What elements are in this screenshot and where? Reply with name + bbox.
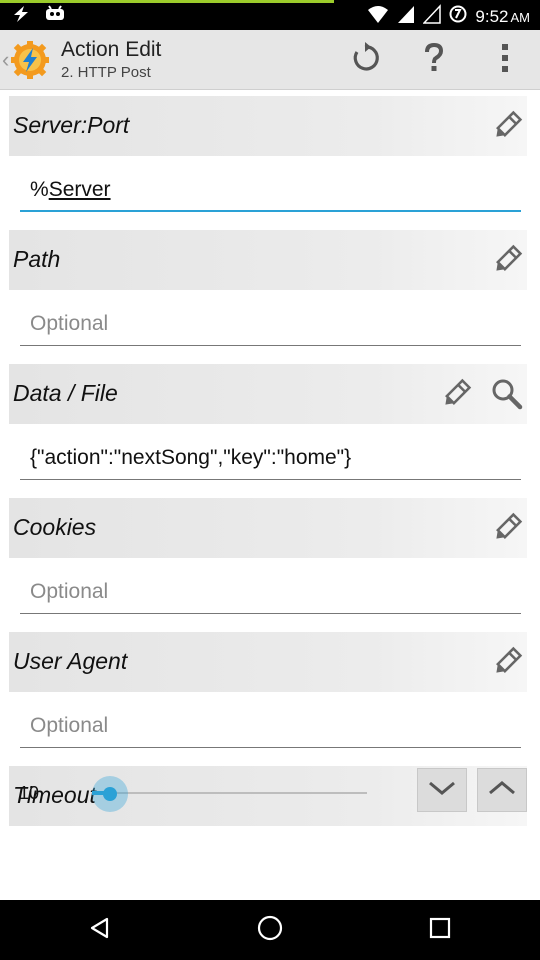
help-icon bbox=[419, 41, 449, 80]
section-header-cookies: Cookies bbox=[9, 498, 527, 558]
section-label: Data / File bbox=[13, 380, 118, 406]
section-label: User Agent bbox=[13, 648, 128, 674]
help-button[interactable] bbox=[414, 40, 454, 80]
chevron-down-icon bbox=[427, 779, 457, 802]
chevron-left-icon: ‹ bbox=[2, 47, 10, 72]
edit-pencil-icon[interactable] bbox=[489, 242, 525, 278]
data-saver-icon bbox=[449, 5, 467, 28]
search-icon[interactable] bbox=[489, 376, 525, 412]
home-icon bbox=[256, 914, 284, 947]
timeout-increase-button[interactable] bbox=[477, 768, 527, 812]
edit-pencil-icon[interactable] bbox=[438, 376, 474, 412]
signal-icon bbox=[397, 4, 415, 29]
path-input[interactable]: Optional bbox=[20, 306, 521, 346]
signal-icon-2 bbox=[422, 4, 442, 29]
edit-pencil-icon[interactable] bbox=[489, 510, 525, 546]
overflow-menu-button[interactable] bbox=[485, 40, 525, 80]
server-port-value: Server bbox=[48, 178, 111, 201]
user-agent-input[interactable]: Optional bbox=[20, 708, 521, 748]
edit-pencil-icon[interactable] bbox=[489, 644, 525, 680]
back-icon bbox=[88, 916, 112, 945]
android-debug-icon bbox=[44, 5, 66, 28]
section-header-data-file: Data / File bbox=[9, 364, 527, 424]
cookies-placeholder: Optional bbox=[30, 580, 109, 603]
timeout-slider-thumb[interactable] bbox=[92, 776, 128, 812]
status-bar: 9:52 AM bbox=[0, 0, 540, 30]
app-tasker-icon bbox=[10, 40, 50, 80]
section-label: Server:Port bbox=[13, 112, 130, 138]
status-time: 9:52 AM bbox=[475, 7, 530, 27]
data-file-input[interactable]: {"action":"nextSong","key":"home"} bbox=[20, 440, 521, 480]
server-port-input[interactable]: %Server bbox=[20, 172, 521, 212]
slider-thumb-core bbox=[103, 787, 117, 801]
status-time-ampm: AM bbox=[510, 9, 531, 25]
section-label: Cookies bbox=[13, 514, 97, 540]
flash-notification-icon bbox=[10, 5, 32, 28]
timeout-decrease-button[interactable] bbox=[417, 768, 467, 812]
section-label: Path bbox=[13, 246, 61, 272]
section-header-user-agent: User Agent bbox=[9, 632, 527, 692]
timeout-slider-track[interactable] bbox=[92, 792, 367, 794]
undo-icon bbox=[348, 41, 382, 80]
timeout-value: 10 bbox=[19, 783, 40, 803]
status-progress-bar bbox=[0, 0, 334, 3]
section-header-server-port: Server:Port bbox=[9, 96, 527, 156]
recents-icon bbox=[428, 916, 452, 945]
page-title: Action Edit bbox=[61, 38, 162, 61]
nav-back-button[interactable] bbox=[80, 910, 120, 950]
chevron-up-icon bbox=[487, 779, 517, 802]
user-agent-placeholder: Optional bbox=[30, 714, 109, 737]
wifi-icon bbox=[367, 4, 389, 29]
cookies-input[interactable]: Optional bbox=[20, 574, 521, 614]
status-time-value: 9:52 bbox=[475, 6, 509, 26]
data-file-value: {"action":"nextSong","key":"home"} bbox=[30, 446, 352, 469]
undo-button[interactable] bbox=[345, 40, 385, 80]
nav-recents-button[interactable] bbox=[420, 910, 460, 950]
page-subtitle: 2. HTTP Post bbox=[61, 64, 151, 81]
up-navigation[interactable]: ‹ bbox=[0, 36, 58, 84]
nav-home-button[interactable] bbox=[250, 910, 290, 950]
action-bar: ‹ Action Edit 2. HTTP Post bbox=[0, 30, 540, 90]
navigation-bar bbox=[0, 900, 540, 960]
edit-pencil-icon[interactable] bbox=[489, 108, 525, 144]
overflow-menu-icon bbox=[500, 43, 510, 78]
path-placeholder: Optional bbox=[30, 312, 109, 335]
section-header-path: Path bbox=[9, 230, 527, 290]
server-port-value-prefix: % bbox=[30, 178, 49, 201]
